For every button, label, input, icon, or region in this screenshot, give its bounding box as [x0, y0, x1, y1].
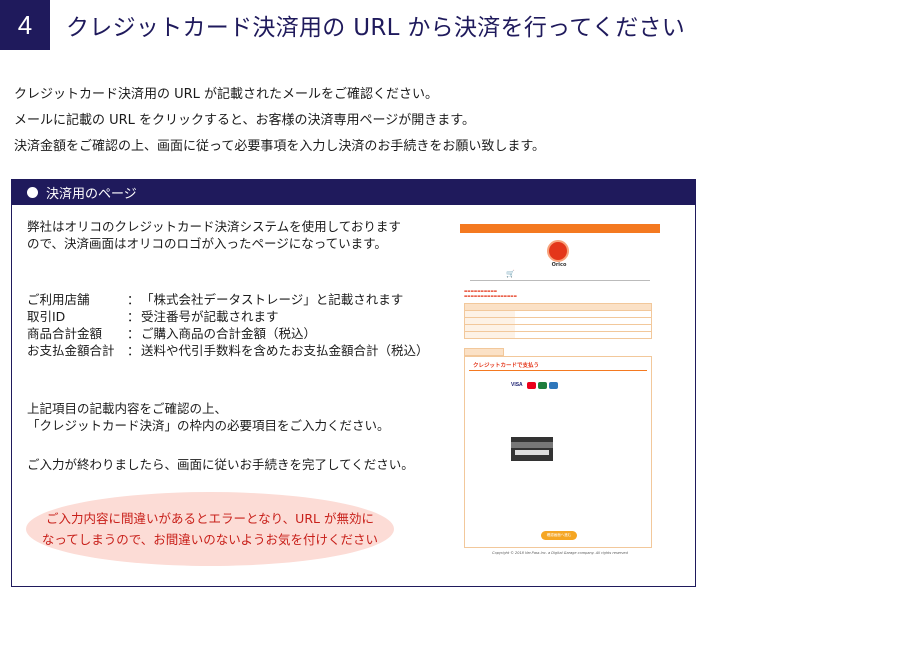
- info-label: お支払金額合計: [27, 343, 115, 358]
- table-row: [465, 324, 651, 331]
- note-line: 「クレジットカード決済」の枠内の必要項目をご入力ください。: [27, 418, 390, 433]
- warning-bubble: ご入力内容に間違いがあるとエラーとなり、URL が無効に なってしまうので、お間…: [26, 492, 394, 566]
- security-code-image: [511, 437, 553, 461]
- info-row: お支払金額合計 ： 送料や代引手数料を含めたお支払金額合計（税込）: [27, 342, 429, 359]
- info-value: ご購入商品の合計金額（税込）: [141, 326, 317, 341]
- info-label: 取引ID: [27, 309, 66, 324]
- info-separator: ：: [127, 326, 140, 341]
- panel-title: 決済用のページ: [46, 187, 137, 202]
- info-label: ご利用店舗: [27, 292, 90, 307]
- info-label: 商品合計金額: [27, 326, 103, 341]
- info-separator: ：: [127, 343, 140, 358]
- note-line: 上記項目の記載内容をご確認の上、: [27, 401, 228, 416]
- info-list: ご利用店舗 ： 「株式会社データストレージ」と記載されます 取引ID ： 受注番…: [27, 291, 429, 359]
- screenshot-notice: ▬▬▬▬▬▬▬▬▬▬ ▬▬▬▬▬▬▬▬▬▬▬▬▬▬▬▬: [464, 289, 517, 298]
- panel-description: 弊社はオリコのクレジットカード決済システムを使用しております ので、決済画面はオ…: [27, 218, 401, 252]
- screenshot-card-form: クレジットカードで支払う VISA 確認画面へ進む: [464, 356, 652, 548]
- screenshot-copyright: Copyright © 2018 Ver.Pass Inc. a Digital…: [492, 551, 628, 555]
- info-row: 取引ID ： 受注番号が記載されます: [27, 308, 429, 325]
- warning-line: ご入力内容に間違いがあるとエラーとなり、URL が無効に: [46, 511, 374, 526]
- card-form-title: クレジットカードで支払う: [473, 363, 540, 369]
- table-row: [465, 317, 651, 324]
- mastercard-logo: [527, 382, 536, 389]
- orico-brand: Orico: [551, 262, 567, 268]
- intro-line: メールに記載の URL をクリックすると、お客様の決済専用ページが開きます。: [14, 113, 475, 128]
- step-number-badge: 4: [0, 0, 50, 50]
- confirm-button: 確認画面へ進む: [541, 531, 577, 540]
- jcb-logo: [538, 382, 547, 389]
- card-brand-logos: VISA: [511, 382, 558, 389]
- description-line: 弊社はオリコのクレジットカード決済システムを使用しております: [27, 219, 401, 234]
- description-line: ので、決済画面はオリコのロゴが入ったページになっています。: [27, 236, 387, 251]
- bullet-icon: [27, 187, 38, 198]
- table-row: [465, 310, 651, 317]
- cart-icon: 🛒: [506, 270, 515, 278]
- card-form-divider: [469, 370, 647, 371]
- payment-page-panel: 決済用のページ 弊社はオリコのクレジットカード決済システムを使用しております の…: [11, 179, 696, 587]
- info-value: 「株式会社データストレージ」と記載されます: [141, 292, 404, 307]
- info-value: 受注番号が記載されます: [141, 309, 279, 324]
- panel-header: 決済用のページ: [12, 180, 695, 205]
- complete-note: ご入力が終わりましたら、画面に従いお手続きを完了してください。: [27, 457, 414, 472]
- intro-line: クレジットカード決済用の URL が記載されたメールをご確認ください。: [14, 87, 439, 102]
- screenshot-order-table: [464, 303, 652, 339]
- warning-line: なってしまうので、お間違いのないようお気を付けください: [41, 532, 379, 547]
- table-row: [465, 331, 651, 338]
- confirm-note: 上記項目の記載内容をご確認の上、 「クレジットカード決済」の枠内の必要項目をご入…: [27, 400, 390, 434]
- progress-line: [470, 280, 650, 281]
- screenshot-tab: [464, 348, 504, 356]
- payment-page-screenshot: Orico 🛒 ▬▬▬▬▬▬▬▬▬▬ ▬▬▬▬▬▬▬▬▬▬▬▬▬▬▬▬ クレジット…: [460, 224, 660, 558]
- info-row: 商品合計金額 ： ご購入商品の合計金額（税込）: [27, 325, 429, 342]
- visa-logo: VISA: [511, 382, 525, 389]
- info-value: 送料や代引手数料を含めたお支払金額合計（税込）: [141, 343, 429, 358]
- screenshot-header-bar: [460, 224, 660, 233]
- intro-line: 決済金額をご確認の上、画面に従って必要事項を入力し決済のお手続きをお願い致します…: [14, 139, 546, 154]
- orico-logo-icon: [547, 240, 569, 262]
- info-separator: ：: [127, 309, 140, 324]
- info-row: ご利用店舗 ： 「株式会社データストレージ」と記載されます: [27, 291, 429, 308]
- intro-text: クレジットカード決済用の URL が記載されたメールをご確認ください。 メールに…: [14, 82, 545, 160]
- page-title: クレジットカード決済用の URL から決済を行ってください: [66, 15, 686, 41]
- info-separator: ：: [127, 292, 140, 307]
- amex-logo: [549, 382, 558, 389]
